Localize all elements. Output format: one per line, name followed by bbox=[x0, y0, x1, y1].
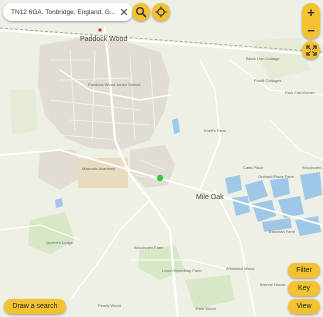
place-label: Catts Place bbox=[243, 165, 264, 170]
map-view[interactable]: Paddock Wood Mile Oak Black Lion Cottage… bbox=[0, 0, 323, 317]
place-label: Pouitt Cottages bbox=[254, 78, 282, 83]
place-label: Park Wood bbox=[196, 306, 216, 311]
property-marker[interactable] bbox=[156, 174, 164, 182]
town-label-mile-oak: Mile Oak bbox=[196, 194, 224, 201]
town-label-paddock-wood: Paddock Wood bbox=[80, 36, 128, 43]
place-label: Knell's Farm bbox=[204, 128, 227, 133]
fullscreen-button[interactable] bbox=[302, 41, 320, 59]
location-search-box[interactable]: TN12 6GA, Tonbridge, England, G... ✕ bbox=[3, 3, 133, 21]
close-icon[interactable]: ✕ bbox=[117, 6, 131, 19]
search-button[interactable] bbox=[132, 3, 150, 21]
view-button[interactable]: View bbox=[288, 299, 320, 314]
place-label: Lower Breedhay Farm bbox=[162, 268, 202, 273]
fullscreen-icon bbox=[305, 44, 317, 56]
place-label: Tranchan Farm bbox=[268, 229, 296, 234]
place-label: Brenne House bbox=[260, 282, 286, 287]
place-label: Paddock Wood Junior School bbox=[88, 82, 141, 87]
key-button[interactable]: Key bbox=[288, 281, 320, 296]
location-search-input[interactable]: TN12 6GA, Tonbridge, England, G... bbox=[3, 9, 117, 16]
place-label: Woodsden bbox=[302, 165, 322, 170]
place-label: Orchard Place Farm bbox=[258, 174, 295, 179]
crosshair-icon bbox=[155, 6, 167, 18]
zoom-out-button[interactable]: − bbox=[302, 21, 320, 39]
station-marker bbox=[98, 28, 102, 32]
draw-search-button[interactable]: Draw a search bbox=[4, 299, 66, 314]
place-label: Park Farmhouse bbox=[285, 90, 315, 95]
locate-button[interactable] bbox=[152, 3, 170, 21]
place-label: Pearly Wood bbox=[98, 303, 121, 308]
zoom-in-button[interactable]: + bbox=[302, 3, 320, 21]
place-label: Whetsted Wood bbox=[226, 266, 255, 271]
search-icon bbox=[136, 7, 147, 18]
place-label: Black Lion Cottage bbox=[246, 56, 280, 61]
place-label: Woodsden Farm bbox=[134, 245, 164, 250]
place-label: Mascalls Academy bbox=[82, 166, 116, 171]
zoom-controls: + − bbox=[302, 3, 320, 39]
filter-button[interactable]: Filter bbox=[288, 263, 320, 278]
place-label: Queen's Lodge bbox=[46, 240, 74, 245]
